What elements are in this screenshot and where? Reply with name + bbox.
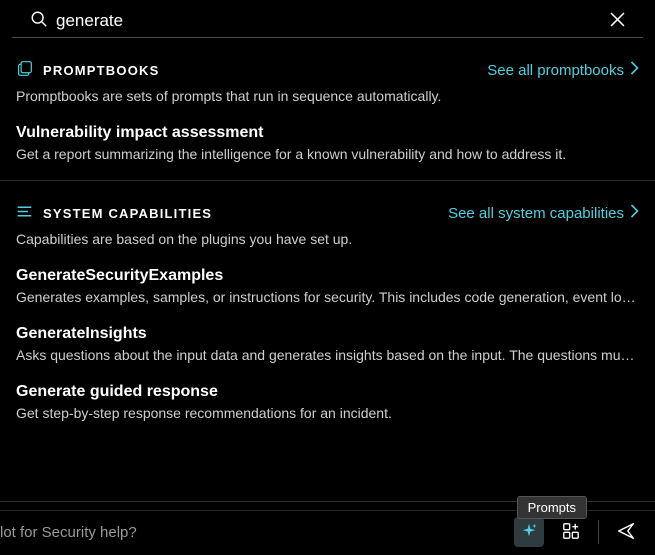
- promptbook-icon: [16, 60, 33, 80]
- promptbooks-section: PROMPTBOOKS See all promptbooks Promptbo…: [0, 38, 655, 172]
- tooltip-wrapper: Prompts: [0, 501, 655, 510]
- system-capabilities-title: SYSTEM CAPABILITIES: [43, 206, 212, 221]
- search-icon: [30, 10, 48, 31]
- item-title: GenerateSecurityExamples: [16, 267, 639, 285]
- prompts-button[interactable]: [514, 517, 544, 547]
- see-all-system-capabilities-label: See all system capabilities: [448, 205, 624, 222]
- capability-item[interactable]: GenerateSecurityExamples Generates examp…: [16, 267, 639, 305]
- promptbooks-header: PROMPTBOOKS See all promptbooks: [16, 60, 639, 80]
- item-title: Generate guided response: [16, 383, 639, 401]
- item-description: Get a report summarizing the intelligenc…: [16, 146, 639, 162]
- chat-input-placeholder[interactable]: lot for Security help?: [0, 524, 502, 541]
- see-all-system-capabilities-link[interactable]: See all system capabilities: [448, 204, 639, 222]
- item-description: Asks questions about the input data and …: [16, 347, 639, 363]
- promptbook-item[interactable]: Vulnerability impact assessment Get a re…: [16, 124, 639, 162]
- prompts-tooltip: Prompts: [517, 496, 587, 519]
- send-icon: [616, 521, 636, 544]
- promptbooks-title: PROMPTBOOKS: [43, 63, 159, 78]
- search-bar: [12, 0, 643, 38]
- grid-plus-icon: [562, 522, 580, 543]
- item-description: Get step-by-step response recommendation…: [16, 405, 639, 421]
- sources-button[interactable]: [556, 517, 586, 547]
- item-title: GenerateInsights: [16, 325, 639, 343]
- see-all-promptbooks-link[interactable]: See all promptbooks: [487, 61, 639, 79]
- see-all-promptbooks-label: See all promptbooks: [487, 62, 624, 79]
- chevron-right-icon: [630, 61, 639, 79]
- capability-item[interactable]: GenerateInsights Asks questions about th…: [16, 325, 639, 363]
- system-capabilities-header: SYSTEM CAPABILITIES See all system capab…: [16, 203, 639, 223]
- suggestions-content: PROMPTBOOKS See all promptbooks Promptbo…: [0, 38, 655, 497]
- search-input[interactable]: [56, 11, 602, 31]
- clear-search-button[interactable]: [610, 12, 625, 30]
- sparkle-icon: [520, 522, 538, 543]
- divider: [598, 520, 599, 544]
- list-icon: [16, 203, 33, 223]
- send-button[interactable]: [611, 517, 641, 547]
- item-title: Vulnerability impact assessment: [16, 124, 639, 142]
- system-capabilities-description: Capabilities are based on the plugins yo…: [16, 231, 639, 247]
- system-capabilities-section: SYSTEM CAPABILITIES See all system capab…: [0, 180, 655, 431]
- item-description: Generates examples, samples, or instruct…: [16, 289, 639, 305]
- promptbooks-description: Promptbooks are sets of prompts that run…: [16, 88, 639, 104]
- chevron-right-icon: [630, 204, 639, 222]
- capability-item[interactable]: Generate guided response Get step-by-ste…: [16, 383, 639, 421]
